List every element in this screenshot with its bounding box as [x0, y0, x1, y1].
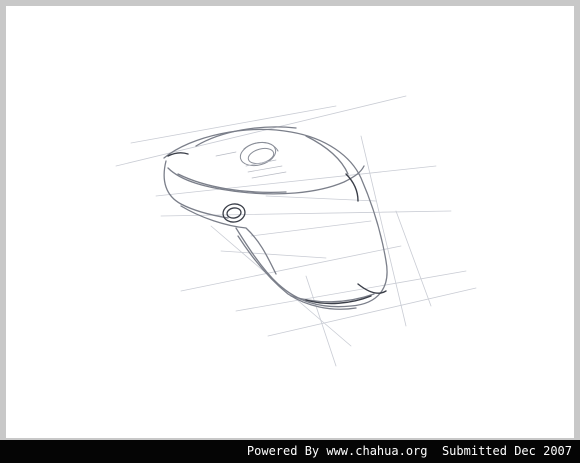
- mouse-pencil-sketch: [115, 95, 477, 367]
- caption-bar: Powered By www.chahua.org Submitted Dec …: [0, 440, 580, 463]
- image-frame: Powered By www.chahua.org Submitted Dec …: [0, 0, 580, 463]
- sketch-canvas: [6, 6, 574, 438]
- caption-text: Powered By www.chahua.org Submitted Dec …: [246, 444, 572, 458]
